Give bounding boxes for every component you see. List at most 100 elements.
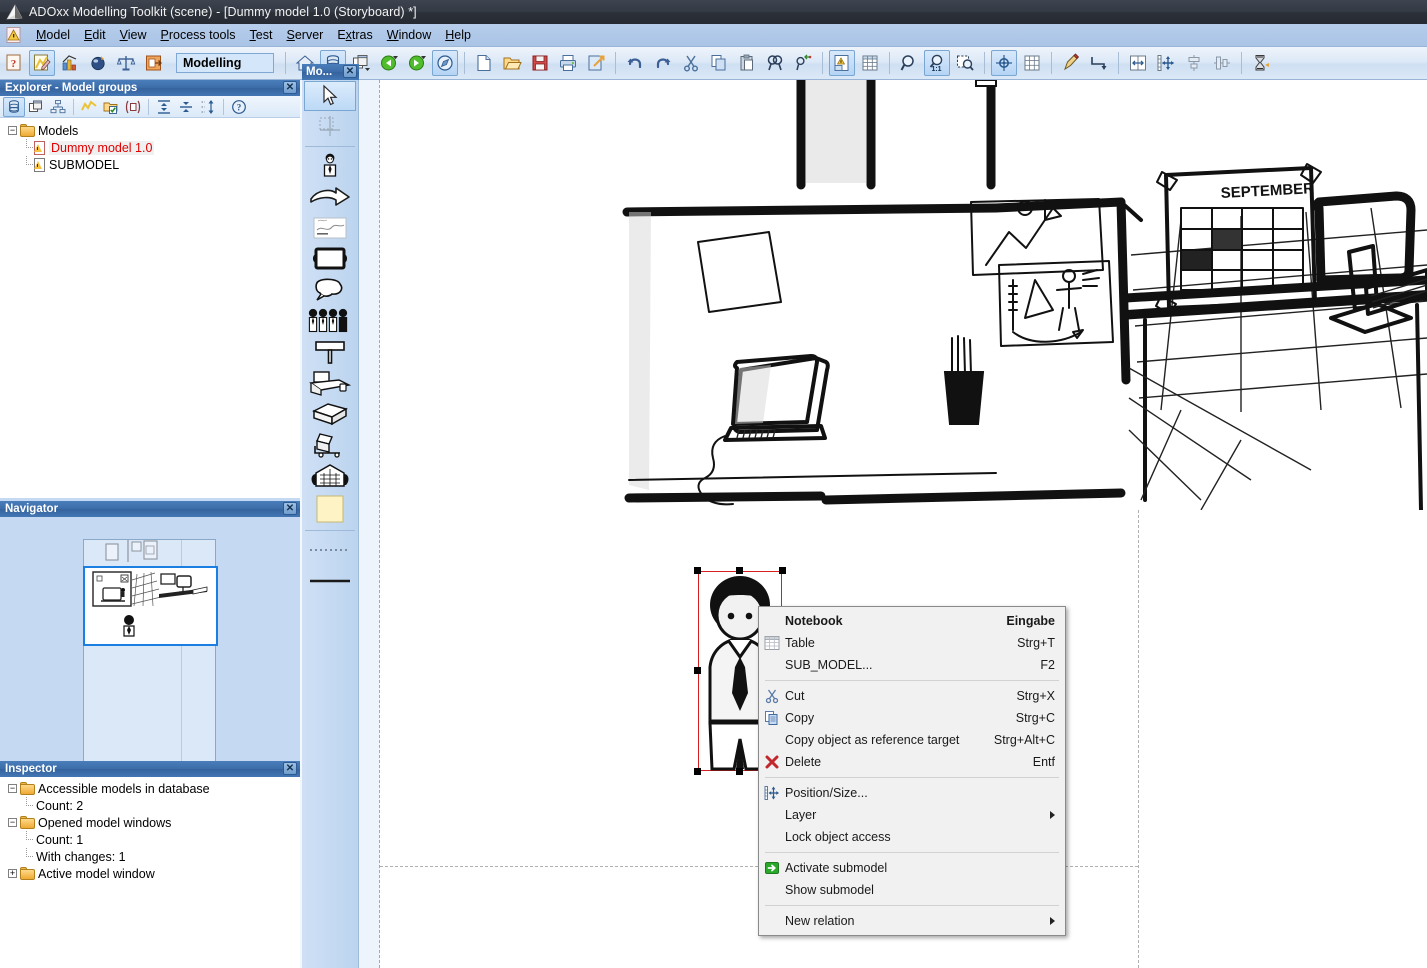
- context-menu-item-lock-object-access[interactable]: Lock object access: [759, 826, 1065, 848]
- info-component-icon[interactable]: ?: [1, 50, 27, 76]
- zoom-actual-size-icon[interactable]: 1:1: [924, 50, 950, 76]
- screen-frame-icon[interactable]: [304, 244, 356, 274]
- resize-handle-sw[interactable]: [694, 768, 701, 775]
- building-icon[interactable]: [304, 461, 356, 491]
- print-model-icon[interactable]: [555, 50, 581, 76]
- box-package-icon[interactable]: [304, 399, 356, 429]
- menu-item-test[interactable]: Test: [243, 26, 280, 44]
- save-model-icon[interactable]: [527, 50, 553, 76]
- menu-item-server[interactable]: Server: [279, 26, 330, 44]
- workplace-desk-icon[interactable]: [304, 368, 356, 398]
- scene-image-icon[interactable]: [304, 213, 356, 243]
- model-groups-icon[interactable]: [3, 96, 25, 117]
- refresh-tree-icon[interactable]: [197, 97, 219, 117]
- arrow-shape-icon[interactable]: [304, 182, 356, 212]
- palette-close-button[interactable]: ✕: [343, 65, 357, 78]
- show-grid-icon[interactable]: [1019, 50, 1045, 76]
- expander-icon[interactable]: −: [6, 816, 19, 829]
- zoom-icon[interactable]: [896, 50, 922, 76]
- connector-icon[interactable]: [1086, 50, 1112, 76]
- navigator-body[interactable]: [0, 517, 300, 765]
- bendpoint-tool-icon[interactable]: [304, 112, 356, 142]
- context-menu-item-new-relation[interactable]: New relation: [759, 910, 1065, 932]
- context-menu-item-show-submodel[interactable]: Show submodel: [759, 879, 1065, 901]
- navigator-thumbnail[interactable]: [83, 539, 218, 765]
- tree-node-submodel[interactable]: SUBMODEL: [6, 156, 300, 173]
- inspector-node-opened-windows[interactable]: − Opened model windows: [6, 814, 300, 831]
- trolley-icon[interactable]: [304, 430, 356, 460]
- navigate-forward-icon[interactable]: [404, 50, 430, 76]
- menu-item-process-tools[interactable]: Process tools: [154, 26, 243, 44]
- snap-to-grid-icon[interactable]: [991, 50, 1017, 76]
- simulation-component-icon[interactable]: [85, 50, 111, 76]
- menu-item-extras[interactable]: Extras: [330, 26, 379, 44]
- actor-group-icon[interactable]: [304, 306, 356, 336]
- new-model-icon[interactable]: [471, 50, 497, 76]
- generate-report-icon[interactable]: [1248, 50, 1274, 76]
- resize-handle-ne[interactable]: [779, 567, 786, 574]
- help-icon[interactable]: ?: [228, 97, 250, 117]
- align-center-v-icon[interactable]: [1181, 50, 1207, 76]
- tree-node-models[interactable]: − Models: [6, 122, 300, 139]
- menu-item-window[interactable]: Window: [380, 26, 438, 44]
- collapse-all-icon[interactable]: [175, 97, 197, 117]
- pointer-tool-icon[interactable]: [304, 81, 356, 111]
- inspector-node-active-window[interactable]: + Active model window: [6, 865, 300, 882]
- expand-all-icon[interactable]: [153, 97, 175, 117]
- tree-node-dummy-model[interactable]: Dummy model 1.0: [6, 139, 300, 156]
- redo-icon[interactable]: [650, 50, 676, 76]
- align-center-h-icon[interactable]: [1209, 50, 1235, 76]
- inspector-close-button[interactable]: ✕: [283, 762, 297, 775]
- object-context-menu[interactable]: Notebook Eingabe Table Strg+T SUB_MODEL.…: [758, 606, 1066, 936]
- navigator-toggle-icon[interactable]: [432, 50, 458, 76]
- menu-item-help[interactable]: Help: [438, 26, 478, 44]
- model-canvas[interactable]: .ink { stroke:#111; fill:none; stroke-li…: [359, 80, 1427, 968]
- quick-access-icon[interactable]: [78, 97, 100, 117]
- navigate-back-icon[interactable]: [376, 50, 402, 76]
- modelling-component-icon[interactable]: [29, 50, 55, 76]
- context-menu-item-sub-model[interactable]: SUB_MODEL... F2: [759, 654, 1065, 676]
- context-menu-item-activate-submodel[interactable]: Activate submodel: [759, 857, 1065, 879]
- analysis-component-icon[interactable]: [57, 50, 83, 76]
- inspector-node-accessible-models[interactable]: − Accessible models in database: [6, 780, 300, 797]
- resize-handle-s[interactable]: [736, 768, 743, 775]
- context-menu-item-table[interactable]: Table Strg+T: [759, 632, 1065, 654]
- actor-person-icon[interactable]: [304, 151, 356, 181]
- distribute-icon[interactable]: [1153, 50, 1179, 76]
- expander-icon[interactable]: −: [6, 782, 19, 795]
- search-icon[interactable]: [762, 50, 788, 76]
- table-view-icon[interactable]: [857, 50, 883, 76]
- resize-handle-n[interactable]: [736, 567, 743, 574]
- replace-icon[interactable]: [790, 50, 816, 76]
- align-width-icon[interactable]: [1125, 50, 1151, 76]
- undo-icon[interactable]: [622, 50, 648, 76]
- expander-icon[interactable]: −: [6, 124, 19, 137]
- context-menu-item-position-size[interactable]: Position/Size...: [759, 782, 1065, 804]
- import-export-component-icon[interactable]: [141, 50, 167, 76]
- resize-handle-nw[interactable]: [694, 567, 701, 574]
- context-menu-item-layer[interactable]: Layer: [759, 804, 1065, 826]
- cut-icon[interactable]: [678, 50, 704, 76]
- model-hierarchy-icon[interactable]: [47, 97, 69, 117]
- resize-handle-w[interactable]: [694, 667, 701, 674]
- notebook-icon[interactable]: [829, 50, 855, 76]
- model-windows-icon[interactable]: [25, 97, 47, 117]
- navigator-viewport-rect[interactable]: [83, 566, 218, 646]
- copy-model-icon[interactable]: [122, 97, 144, 117]
- evaluation-component-icon[interactable]: [113, 50, 139, 76]
- context-menu-item-delete[interactable]: Delete Entf: [759, 751, 1065, 773]
- paste-icon[interactable]: [734, 50, 760, 76]
- sticky-note-icon[interactable]: [304, 492, 356, 526]
- explorer-close-button[interactable]: ✕: [283, 81, 297, 94]
- speech-bubble-icon[interactable]: [304, 275, 356, 305]
- open-model-icon[interactable]: [499, 50, 525, 76]
- navigator-close-button[interactable]: ✕: [283, 502, 297, 515]
- menu-item-view[interactable]: View: [113, 26, 154, 44]
- copy-icon[interactable]: [706, 50, 732, 76]
- draw-pen-icon[interactable]: [1058, 50, 1084, 76]
- zoom-region-icon[interactable]: [952, 50, 978, 76]
- context-menu-item-copy[interactable]: Copy Strg+C: [759, 707, 1065, 729]
- context-menu-item-cut[interactable]: Cut Strg+X: [759, 685, 1065, 707]
- adoxx-menu-icon[interactable]: [5, 26, 23, 44]
- solid-relation-icon[interactable]: [304, 566, 356, 596]
